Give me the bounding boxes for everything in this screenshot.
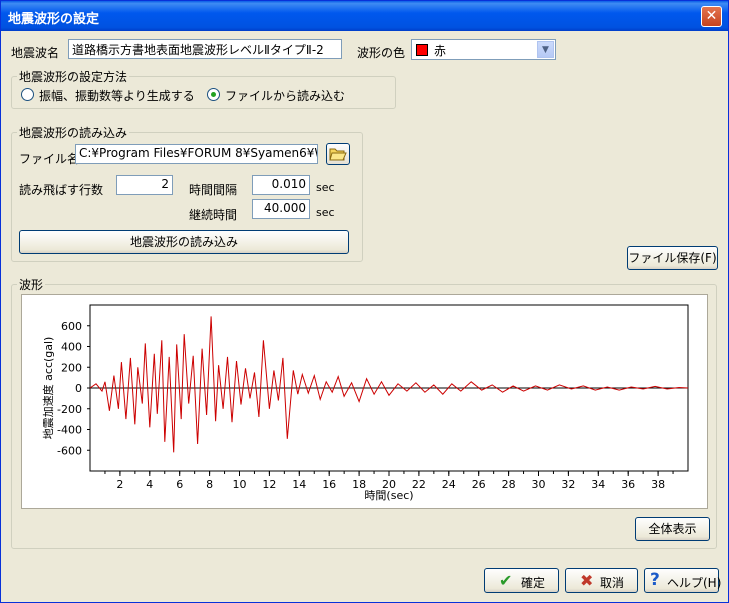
close-icon: ✕ bbox=[705, 8, 718, 24]
cancel-button[interactable]: ✖ 取消 bbox=[565, 568, 638, 593]
color-swatch bbox=[416, 44, 428, 56]
skip-lines-label: 読み飛ばす行数 bbox=[19, 183, 104, 197]
x-axis-label: 時間(sec) bbox=[364, 489, 413, 502]
y-tick-label: -200 bbox=[57, 403, 82, 416]
chevron-down-icon[interactable]: ▼ bbox=[537, 41, 554, 58]
x-tick-label: 4 bbox=[146, 478, 153, 491]
interval-label: 時間間隔 bbox=[189, 183, 238, 197]
x-icon: ✖ bbox=[580, 571, 594, 590]
help-label: ヘルプ(H) bbox=[667, 576, 722, 590]
folder-open-icon bbox=[329, 148, 347, 161]
skip-lines-input[interactable]: 2 bbox=[116, 175, 173, 195]
file-name-label: ファイル名 bbox=[19, 152, 80, 166]
save-file-button[interactable]: ファイル保存(F) bbox=[627, 246, 718, 270]
x-tick-label: 16 bbox=[322, 478, 336, 491]
x-tick-label: 6 bbox=[176, 478, 183, 491]
wave-color-value: 赤 bbox=[434, 44, 447, 58]
wave-color-label: 波形の色 bbox=[357, 46, 406, 60]
window-title: 地震波形の設定 bbox=[8, 12, 100, 27]
y-tick-label: 200 bbox=[61, 361, 82, 374]
x-tick-label: 8 bbox=[206, 478, 213, 491]
ok-button[interactable]: ✔ 確定 bbox=[484, 568, 559, 593]
x-tick-label: 2 bbox=[116, 478, 123, 491]
browse-button[interactable] bbox=[326, 143, 350, 165]
x-tick-label: 22 bbox=[412, 478, 426, 491]
y-tick-label: -600 bbox=[57, 444, 82, 457]
wave-name-input[interactable]: 道路橋示方書地表面地震波形レベルⅡタイプⅡ-2 bbox=[68, 39, 342, 59]
wave-color-select[interactable]: 赤 ▼ bbox=[411, 39, 556, 60]
chart-frame: 600 400 200 0 -200 -400 -600 2 4 6 8 10 12 14 16 18 20 22… bbox=[21, 294, 708, 509]
radio-file-label[interactable]: ファイルから読み込む bbox=[225, 87, 345, 104]
load-waveform-button[interactable]: 地震波形の読み込み bbox=[19, 230, 349, 254]
help-button[interactable]: ? ヘルプ(H) bbox=[644, 568, 722, 593]
x-tick-label: 14 bbox=[292, 478, 306, 491]
title-bar[interactable]: 地震波形の設定 ✕ bbox=[1, 1, 728, 31]
x-tick-label: 32 bbox=[561, 478, 575, 491]
x-tick-label: 10 bbox=[233, 478, 247, 491]
duration-unit: sec bbox=[316, 206, 335, 219]
fit-view-button[interactable]: 全体表示 bbox=[635, 517, 710, 541]
wave-name-label: 地震波名 bbox=[11, 46, 60, 60]
y-tick-label: 600 bbox=[61, 320, 82, 333]
file-name-input[interactable]: C:¥Program Files¥FORUM 8¥Syamen6¥Wavesä bbox=[75, 144, 318, 164]
cancel-label: 取消 bbox=[600, 576, 625, 590]
duration-label: 継続時間 bbox=[189, 208, 238, 222]
x-tick-label: 34 bbox=[591, 478, 605, 491]
waveform-group-title: 波形 bbox=[17, 276, 46, 293]
x-tick-label: 28 bbox=[502, 478, 516, 491]
x-tick-label: 30 bbox=[532, 478, 546, 491]
x-tick-label: 36 bbox=[621, 478, 635, 491]
x-tick-label: 26 bbox=[472, 478, 486, 491]
ok-label: 確定 bbox=[521, 576, 546, 590]
interval-unit: sec bbox=[316, 181, 335, 194]
y-tick-label: -400 bbox=[57, 424, 82, 437]
x-tick-label: 24 bbox=[442, 478, 456, 491]
check-icon: ✔ bbox=[499, 571, 513, 590]
dialog-window: 地震波形の設定 ✕ 地震波名 道路橋示方書地表面地震波形レベルⅡタイプⅡ-2 波… bbox=[0, 0, 729, 603]
question-icon: ? bbox=[650, 570, 660, 590]
close-button[interactable]: ✕ bbox=[701, 6, 722, 27]
radio-file[interactable] bbox=[207, 88, 220, 101]
x-tick-label: 12 bbox=[262, 478, 276, 491]
x-tick-label: 38 bbox=[651, 478, 665, 491]
y-axis-label: 地震加速度 acc(gal) bbox=[41, 337, 55, 440]
duration-input[interactable]: 40.000 bbox=[252, 199, 310, 219]
method-group-title: 地震波形の設定方法 bbox=[17, 68, 130, 85]
waveform-chart[interactable]: 6004002000-200-400-6002 4 6 8 10 12 14 16 18 20 22… bbox=[22, 295, 707, 508]
load-group-title: 地震波形の読み込み bbox=[17, 124, 130, 141]
interval-input[interactable]: 0.010 bbox=[252, 175, 310, 195]
radio-generate-label[interactable]: 振幅、振動数等より生成する bbox=[39, 87, 195, 104]
y-tick-label: 400 bbox=[61, 341, 82, 354]
radio-generate[interactable] bbox=[21, 88, 34, 101]
y-tick-label: 0 bbox=[75, 382, 82, 395]
